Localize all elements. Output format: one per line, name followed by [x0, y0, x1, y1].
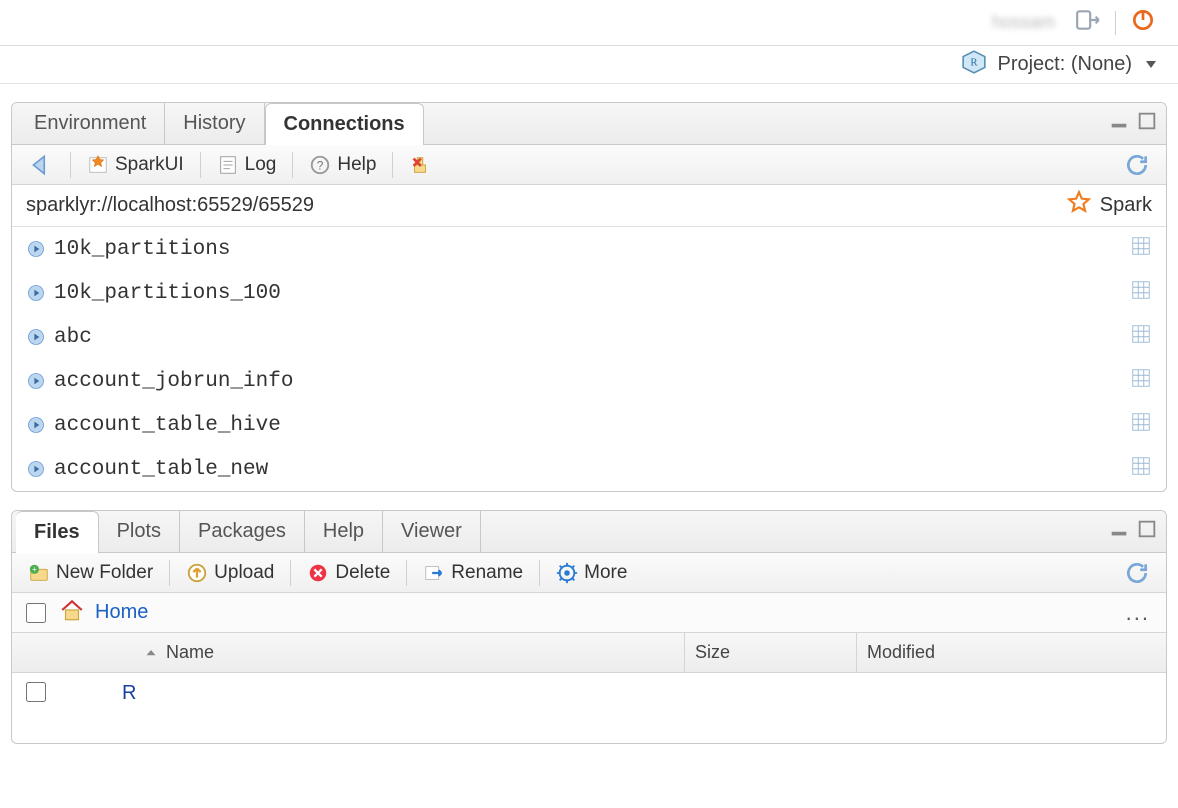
tab-environment[interactable]: Environment — [16, 103, 165, 145]
maximize-pane-icon[interactable] — [1136, 110, 1158, 137]
table-name: account_table_hive — [46, 414, 1130, 437]
username-label: hossam — [992, 12, 1061, 33]
tab-viewer[interactable]: Viewer — [383, 511, 481, 553]
refresh-connections-button[interactable] — [1118, 149, 1156, 181]
connection-table-row[interactable]: account_jobrun_info — [12, 359, 1166, 403]
project-label[interactable]: Project: (None) — [997, 53, 1132, 76]
connection-table-row[interactable]: account_table_hive — [12, 403, 1166, 447]
preview-table-icon[interactable] — [1130, 411, 1152, 440]
connection-table-list: 10k_partitions 10k_partitions_100abc accou… — [12, 227, 1166, 491]
more-button[interactable]: More — [550, 557, 643, 589]
files-toolbar: + New Folder Upload Delete Rename More — [12, 553, 1166, 593]
connection-table-row[interactable]: abc — [12, 315, 1166, 359]
help-button[interactable]: ? Help — [303, 149, 382, 181]
connection-table-row[interactable]: 10k_partitions_100 — [12, 271, 1166, 315]
connection-engine-label: Spark — [1100, 194, 1152, 217]
top-menu-bar: hossam — [0, 0, 1178, 46]
project-cube-icon: R — [961, 49, 987, 81]
preview-table-icon[interactable] — [1130, 455, 1152, 484]
svg-text:+: + — [32, 565, 37, 574]
column-modified[interactable]: Modified — [856, 633, 1156, 672]
maximize-pane-icon[interactable] — [1136, 518, 1158, 545]
file-name[interactable]: R — [98, 682, 1156, 705]
signout-icon[interactable] — [1075, 7, 1101, 38]
tab-plots[interactable]: Plots — [99, 511, 180, 553]
expand-table-icon[interactable] — [26, 459, 46, 479]
power-icon[interactable] — [1130, 7, 1156, 38]
connection-table-row[interactable]: account_table_new — [12, 447, 1166, 491]
expand-table-icon[interactable] — [26, 239, 46, 259]
preview-table-icon[interactable] — [1130, 367, 1152, 396]
table-name: 10k_partitions_100 — [46, 282, 1130, 305]
table-name: account_table_new — [46, 458, 1130, 481]
delete-button[interactable]: Delete — [301, 557, 396, 589]
tab-files[interactable]: Files — [16, 511, 99, 553]
select-all-checkbox[interactable] — [26, 603, 46, 623]
upload-button[interactable]: Upload — [180, 557, 280, 589]
table-name: abc — [46, 326, 1130, 349]
preview-table-icon[interactable] — [1130, 323, 1152, 352]
connection-uri-row: sparklyr://localhost:65529/65529 Spark — [12, 185, 1166, 227]
svg-text:?: ? — [317, 158, 324, 172]
files-list: R — [12, 673, 1166, 743]
project-dropdown-caret[interactable] — [1146, 61, 1156, 68]
breadcrumb-more-icon[interactable]: ... — [1126, 600, 1156, 626]
tab-history[interactable]: History — [165, 103, 264, 145]
expand-table-icon[interactable] — [26, 327, 46, 347]
preview-table-icon[interactable] — [1130, 279, 1152, 308]
column-size[interactable]: Size — [684, 633, 844, 672]
sparkui-button[interactable]: SparkUI — [81, 149, 190, 181]
folder-icon — [56, 680, 86, 706]
project-bar: R Project: (None) — [0, 46, 1178, 84]
minimize-pane-icon[interactable] — [1108, 518, 1130, 545]
file-row[interactable]: R — [12, 673, 1166, 713]
connections-tabstrip: Environment History Connections — [12, 103, 1166, 145]
files-tabstrip: Files Plots Packages Help Viewer — [12, 511, 1166, 553]
files-breadcrumb: Home ... — [12, 593, 1166, 633]
tab-packages[interactable]: Packages — [180, 511, 305, 553]
table-name: 10k_partitions — [46, 238, 1130, 261]
expand-table-icon[interactable] — [26, 415, 46, 435]
back-button[interactable] — [22, 149, 60, 181]
column-name[interactable]: Name — [56, 642, 672, 663]
files-panel: Files Plots Packages Help Viewer + New F… — [11, 510, 1167, 744]
new-folder-button[interactable]: + New Folder — [22, 557, 159, 589]
minimize-pane-icon[interactable] — [1108, 110, 1130, 137]
home-icon[interactable] — [59, 597, 85, 628]
spark-star-icon — [1066, 190, 1092, 222]
connections-toolbar: SparkUI Log ? Help — [12, 145, 1166, 185]
expand-table-icon[interactable] — [26, 283, 46, 303]
connection-uri: sparklyr://localhost:65529/65529 — [26, 194, 314, 217]
rename-button[interactable]: Rename — [417, 557, 529, 589]
connections-panel: Environment History Connections SparkUI … — [11, 102, 1167, 492]
log-button[interactable]: Log — [211, 149, 283, 181]
table-name: account_jobrun_info — [46, 370, 1130, 393]
connection-table-row[interactable]: 10k_partitions — [12, 227, 1166, 271]
expand-table-icon[interactable] — [26, 371, 46, 391]
preview-table-icon[interactable] — [1130, 235, 1152, 264]
separator — [1115, 11, 1116, 35]
svg-text:R: R — [971, 56, 979, 68]
disconnect-button[interactable] — [403, 149, 437, 181]
refresh-files-button[interactable] — [1118, 557, 1156, 589]
files-column-header: Name Size Modified — [12, 633, 1166, 673]
tab-connections[interactable]: Connections — [265, 103, 424, 145]
breadcrumb-home[interactable]: Home — [95, 601, 148, 624]
file-row-checkbox[interactable] — [26, 682, 46, 702]
tab-help[interactable]: Help — [305, 511, 383, 553]
